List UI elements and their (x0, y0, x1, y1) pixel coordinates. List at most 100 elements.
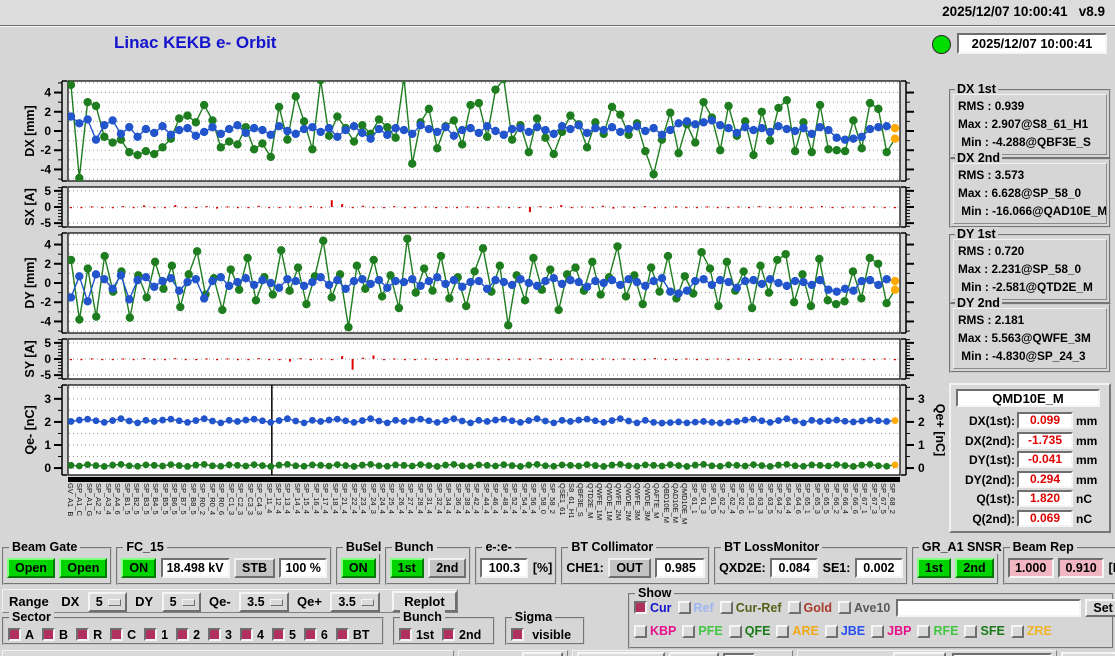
sector-label: C (127, 628, 136, 642)
beam-gate-open-2-button[interactable]: Open (59, 558, 107, 578)
control-row-3: Sector ABRC123456BT Bunch 1st2nd Sigma v… (2, 617, 590, 647)
beam-rep-1: 1.000 (1008, 558, 1054, 578)
sector-checkbox-1[interactable] (144, 628, 157, 641)
dx2-rms: 3.573 (995, 168, 1025, 182)
range-qep-select[interactable]: 3.5 (330, 592, 379, 612)
show-label: JBE (841, 624, 865, 638)
show-checkbox-zre[interactable] (1011, 625, 1024, 638)
che1-out-button[interactable]: OUT (608, 558, 650, 578)
show-checkbox-rfe[interactable] (917, 625, 930, 638)
svg-text:3: 3 (918, 392, 925, 406)
qe-plot[interactable]: 33221100Qe- [nC]Qe+ [nC] (0, 383, 945, 477)
resize-button[interactable]: resize (1061, 652, 1115, 656)
sector-checkbox-c[interactable] (110, 628, 123, 641)
qxd2e-label: QXD2E: (719, 561, 766, 575)
beam-rep-2: 0.910 (1058, 558, 1104, 578)
show-checkbox-jbe[interactable] (825, 625, 838, 638)
show-label: Ave10 (854, 601, 890, 615)
show-checkbox-cur-ref[interactable] (720, 601, 733, 614)
show-checkbox-sfe[interactable] (964, 625, 977, 638)
svg-text:DY [mm]: DY [mm] (23, 257, 37, 308)
set-ref-button[interactable]: Set Ref (1085, 599, 1115, 617)
sector-checkbox-2[interactable] (176, 628, 189, 641)
range-dx-select[interactable]: 5 (88, 592, 127, 612)
stat-box-dx-1st: DX 1st RMS : 0.939 Max : 2.907@S8_61_H1 … (949, 89, 1111, 159)
sector-checkbox-4[interactable] (240, 628, 253, 641)
range-dx-label: DX (61, 594, 79, 609)
show-checkbox-qfe[interactable] (729, 625, 742, 638)
show-label: Ref (694, 601, 714, 615)
show-checkbox-jbp[interactable] (871, 625, 884, 638)
chg-th-group: chg th A (458, 650, 568, 656)
fc15-percent-value: 100 % (279, 558, 326, 578)
sy-plot[interactable]: 50-5SY [A] (0, 337, 945, 381)
gra1-1st-button[interactable]: 1st (917, 558, 951, 578)
dy1-rms: 0.720 (995, 244, 1025, 258)
replot-button[interactable]: Replot (392, 591, 456, 612)
th-select[interactable]: A (522, 652, 563, 656)
se1-value: 0.002 (855, 558, 903, 578)
gr-a1-snsr-frame: GR_A1 SNSR 1st 2nd (912, 547, 999, 585)
show-checkbox-are[interactable] (776, 625, 789, 638)
sector-checkbox-r[interactable] (76, 628, 89, 641)
sector-label: 5 (289, 628, 296, 642)
sx-plot[interactable]: 50-5SX [A] (0, 185, 945, 229)
show-checkbox-kbp[interactable] (634, 625, 647, 638)
titlebar-version: v8.9 (1079, 4, 1105, 19)
sigma-visible-checkbox[interactable] (511, 628, 524, 641)
monitor-row: DX(1st):0.099mm (953, 411, 1107, 430)
bunch-checkbox-1st[interactable] (399, 628, 412, 641)
sector-checkbox-6[interactable] (304, 628, 317, 641)
range-dy-select[interactable]: 5 (162, 592, 201, 612)
status-message: syncdata init ZRE (2, 650, 454, 656)
bpm-monitor-panel: QMD10E_M DX(1st):0.099mmDX(2nd):-1.735mm… (949, 383, 1111, 533)
dx-plot[interactable]: 420-2-4DX [mm] (0, 79, 945, 183)
show-row-2: KBPPFEQFEAREJBEJBPRFESFEZRE (634, 621, 1109, 641)
monitor-row: DY(1st):-0.041mm (953, 450, 1107, 469)
sp-select[interactable]: SP_A1_G (577, 652, 665, 656)
x-axis-labels: GV_A1_BSP_A1_CSP_A1_GSP_A2_2SP_A3_4SP_A4… (68, 483, 900, 541)
dy-plot[interactable]: 420-2-4DY [mm] (0, 231, 945, 335)
show-checkbox-cur[interactable] (634, 601, 647, 614)
beam-gate-open-1-button[interactable]: Open (7, 558, 55, 578)
sector-checkbox-b[interactable] (42, 628, 55, 641)
show-frame: Show CurRefCur-RefGoldAve10 Set Ref KBPP… (628, 593, 1114, 649)
show-checkbox-ave10[interactable] (838, 601, 851, 614)
svg-text:2: 2 (918, 415, 925, 429)
fc15-kv-value: 18.498 kV (161, 558, 230, 578)
gra1-2nd-button[interactable]: 2nd (955, 558, 993, 578)
monitor-row: Q(2nd):0.069nC (953, 509, 1107, 528)
beam-rep-hz-unit: [Hz] (1109, 561, 1115, 575)
show-label: PFE (698, 624, 722, 638)
interval-select[interactable]: 300 (893, 652, 946, 656)
kekb-orbit-window: 2025/12/07 10:00:41 v8.9 Linac KEKB e- O… (0, 0, 1115, 656)
sector-checkbox-5[interactable] (272, 628, 285, 641)
show-checkbox-pfe[interactable] (682, 625, 695, 638)
show-checkbox-gold[interactable] (788, 601, 801, 614)
ref-name-input[interactable] (896, 599, 1081, 617)
svg-text:1: 1 (918, 438, 925, 452)
sector-checkbox-a[interactable] (8, 628, 21, 641)
bunch-2nd-button[interactable]: 2nd (428, 558, 466, 578)
show-checkbox-ref[interactable] (678, 601, 691, 614)
fc15-on-button[interactable]: ON (121, 558, 156, 578)
range-qem-select[interactable]: 3.5 (239, 592, 288, 612)
window-titlebar: 2025/12/07 10:00:41 v8.9 (0, 0, 1115, 26)
range-row: Range DX 5 DY 5 Qe- 3.5 Qe+ 3.5 Replot (2, 589, 458, 613)
bunch-checkbox-2nd[interactable] (442, 628, 455, 641)
sector-label: BT (353, 628, 370, 642)
svg-text:5: 5 (44, 185, 51, 198)
sector-checkbox-bt[interactable] (336, 628, 349, 641)
svg-text:0: 0 (44, 276, 51, 290)
monitor-row: DY(2nd):0.294mm (953, 470, 1107, 489)
svg-text:-4: -4 (40, 314, 51, 328)
busel-on-button[interactable]: ON (341, 558, 376, 578)
ee-ratio-unit: [%] (533, 561, 552, 575)
bunch-select[interactable]: 1st (669, 652, 719, 656)
dx2-min: -16.066@QAD10E_M (992, 204, 1107, 218)
sector-checkbox-3[interactable] (208, 628, 221, 641)
bunch-1st-button[interactable]: 1st (390, 558, 424, 578)
che1-label: CHE1: (566, 561, 604, 575)
fc15-stb-button[interactable]: STB (234, 558, 275, 578)
show-label: JBP (887, 624, 911, 638)
